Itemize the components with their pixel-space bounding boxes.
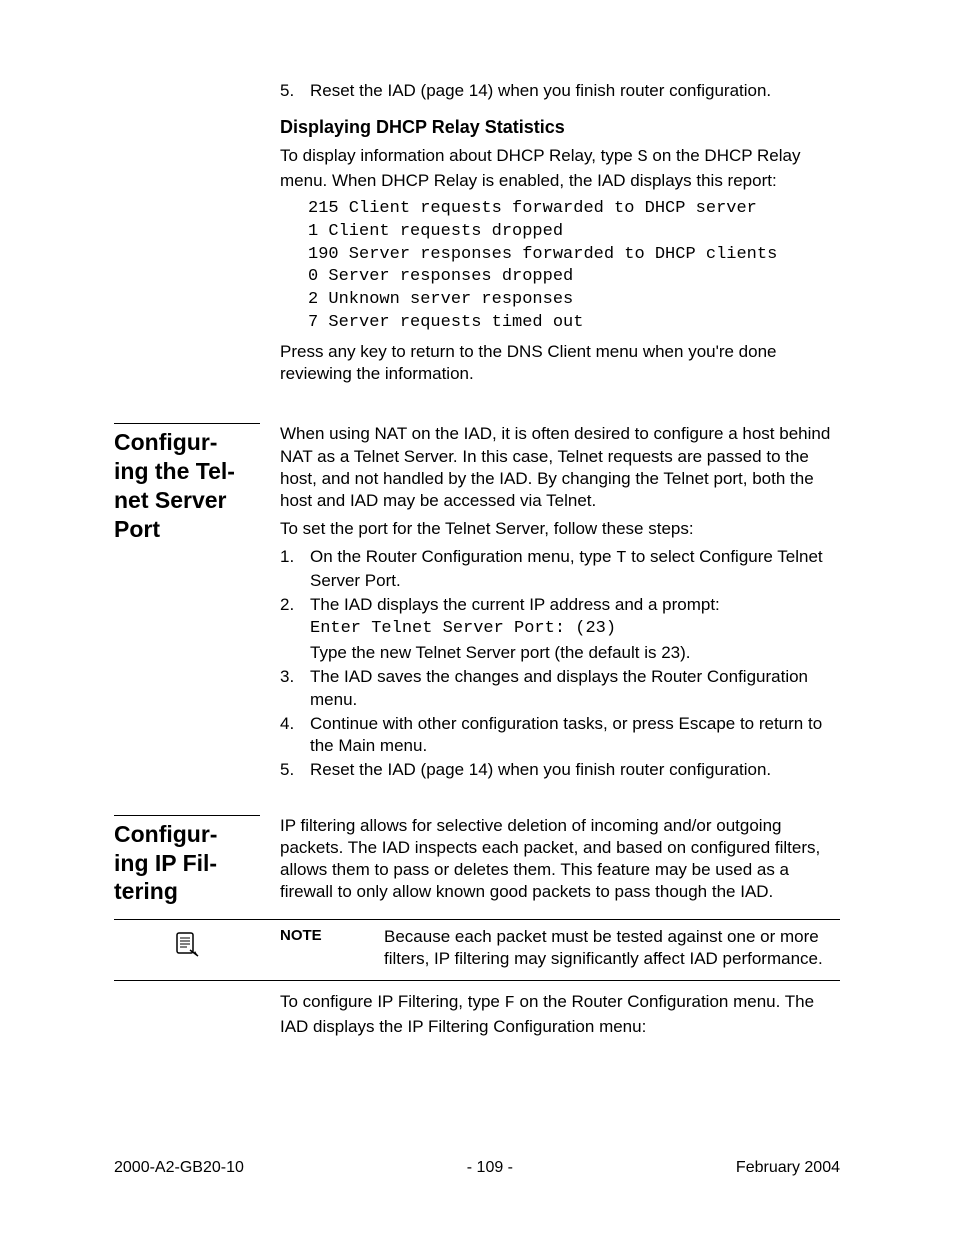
step2-prompt: Enter Telnet Server Port: (23) bbox=[310, 618, 840, 640]
ipfilter-intro: IP filtering allows for selective deleti… bbox=[280, 815, 840, 903]
telnet-step-2: 2. The IAD displays the current IP addre… bbox=[280, 594, 840, 664]
telnet-steps: 1. On the Router Configuration menu, typ… bbox=[280, 546, 840, 781]
heading-rule bbox=[114, 423, 260, 424]
left-margin-empty bbox=[114, 991, 260, 1043]
section-telnet-port: Configur-ing the Tel-net ServerPort When… bbox=[114, 423, 840, 782]
note-icon-cell bbox=[114, 926, 260, 960]
dhcp-report-block: 215 Client requests forwarded to DHCP se… bbox=[308, 198, 840, 336]
note-block: NOTE Because each packet must be tested … bbox=[114, 919, 840, 981]
heading-ipfilter: Configur-ing IP Fil-tering bbox=[114, 820, 260, 906]
step-text: Continue with other configuration tasks,… bbox=[310, 713, 840, 757]
sub-heading-dhcp-stats: Displaying DHCP Relay Statistics bbox=[280, 116, 840, 139]
page-footer: 2000-A2-GB20-10 - 109 - February 2004 bbox=[114, 1158, 840, 1179]
telnet-followsteps: To set the port for the Telnet Server, f… bbox=[280, 518, 840, 540]
key-s: S bbox=[638, 148, 648, 167]
ipfilter-configure: To configure IP Filtering, type F on the… bbox=[280, 991, 840, 1037]
text-segment: To configure IP Filtering, type bbox=[280, 992, 505, 1011]
left-margin-empty bbox=[114, 80, 260, 391]
note-text: Because each packet must be tested again… bbox=[384, 926, 840, 970]
step-list-top: 5. Reset the IAD (page 14) when you fini… bbox=[280, 80, 840, 102]
note-icon bbox=[172, 930, 202, 960]
dhcp-stats-outro: Press any key to return to the DNS Clien… bbox=[280, 341, 840, 385]
step-text: Reset the IAD (page 14) when you finish … bbox=[310, 759, 840, 781]
step-number: 5. bbox=[280, 80, 304, 102]
right-column-ipfilter: IP filtering allows for selective deleti… bbox=[280, 815, 840, 909]
step2-line1: The IAD displays the current IP address … bbox=[310, 594, 840, 616]
right-column-dhcp: 5. Reset the IAD (page 14) when you fini… bbox=[280, 80, 840, 391]
step2-line2: Type the new Telnet Server port (the def… bbox=[310, 642, 840, 664]
step-5-reset: 5. Reset the IAD (page 14) when you fini… bbox=[280, 80, 840, 102]
right-column-telnet: When using NAT on the IAD, it is often d… bbox=[280, 423, 840, 782]
heading-rule bbox=[114, 815, 260, 816]
text-segment: On the Router Configuration menu, type bbox=[310, 547, 616, 566]
step-number: 4. bbox=[280, 713, 304, 757]
dhcp-stats-intro: To display information about DHCP Relay,… bbox=[280, 145, 840, 191]
section-ip-filtering: Configur-ing IP Fil-tering IP filtering … bbox=[114, 815, 840, 909]
step-number: 1. bbox=[280, 546, 304, 592]
right-column-ipfilter-cont: To configure IP Filtering, type F on the… bbox=[280, 991, 840, 1043]
telnet-step-5: 5. Reset the IAD (page 14) when you fini… bbox=[280, 759, 840, 781]
step-number: 5. bbox=[280, 759, 304, 781]
step-text: On the Router Configuration menu, type T… bbox=[310, 546, 840, 592]
footer-date: February 2004 bbox=[736, 1158, 840, 1179]
step-number: 3. bbox=[280, 666, 304, 710]
footer-page-number: - 109 - bbox=[467, 1158, 513, 1179]
note-content: NOTE Because each packet must be tested … bbox=[280, 926, 840, 970]
section-ip-filtering-cont: To configure IP Filtering, type F on the… bbox=[114, 991, 840, 1043]
left-margin-telnet: Configur-ing the Tel-net ServerPort bbox=[114, 423, 260, 782]
key-t: T bbox=[616, 549, 626, 568]
telnet-intro: When using NAT on the IAD, it is often d… bbox=[280, 423, 840, 511]
step-text: The IAD displays the current IP address … bbox=[310, 594, 840, 664]
heading-telnet: Configur-ing the Tel-net ServerPort bbox=[114, 428, 260, 543]
step-text: The IAD saves the changes and displays t… bbox=[310, 666, 840, 710]
section-dhcp-relay: 5. Reset the IAD (page 14) when you fini… bbox=[114, 80, 840, 391]
telnet-step-1: 1. On the Router Configuration menu, typ… bbox=[280, 546, 840, 592]
text-segment: To display information about DHCP Relay,… bbox=[280, 146, 638, 165]
note-label: NOTE bbox=[280, 926, 360, 970]
footer-doc-id: 2000-A2-GB20-10 bbox=[114, 1158, 244, 1179]
telnet-step-3: 3. The IAD saves the changes and display… bbox=[280, 666, 840, 710]
step-text: Reset the IAD (page 14) when you finish … bbox=[310, 80, 840, 102]
step-number: 2. bbox=[280, 594, 304, 664]
telnet-step-4: 4. Continue with other configuration tas… bbox=[280, 713, 840, 757]
left-margin-ipfilter: Configur-ing IP Fil-tering bbox=[114, 815, 260, 909]
page-content: 5. Reset the IAD (page 14) when you fini… bbox=[0, 0, 954, 1044]
key-f: F bbox=[505, 994, 515, 1013]
